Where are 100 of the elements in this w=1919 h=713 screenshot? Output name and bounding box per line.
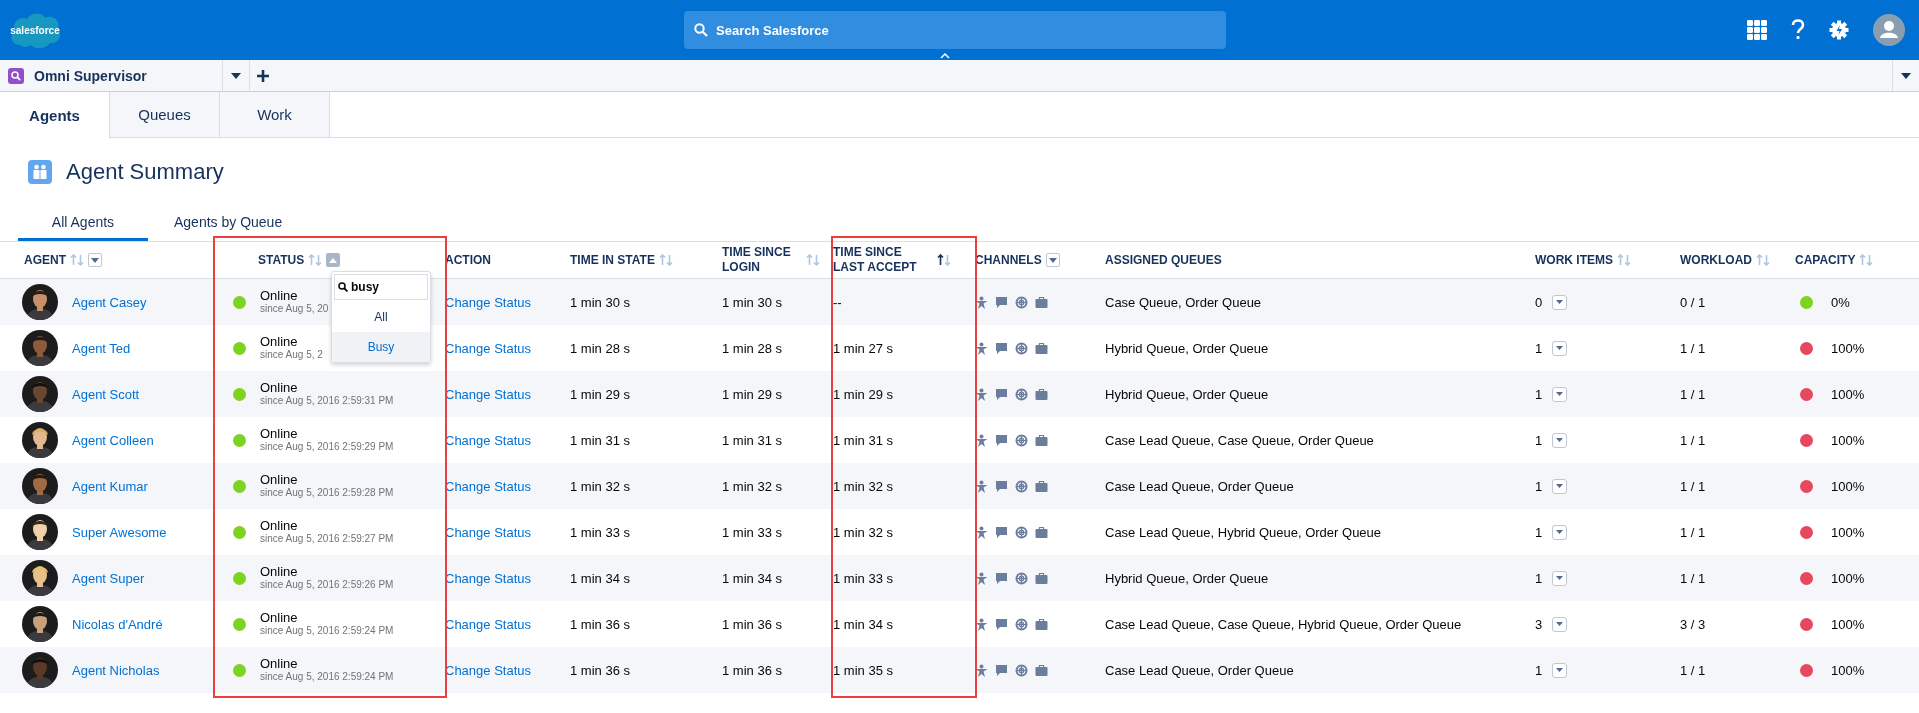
change-status-link[interactable]: Change Status	[445, 524, 531, 540]
agent-link[interactable]: Agent Kumar	[72, 478, 148, 494]
work-items-dropdown[interactable]	[1552, 570, 1568, 586]
status-since: since Aug 5, 2016 2:59:24 PM	[260, 670, 394, 683]
user-avatar-icon[interactable]	[1873, 14, 1905, 46]
lifebuoy-icon	[1015, 295, 1028, 309]
change-status-link[interactable]: Change Status	[445, 662, 531, 678]
sort-icon[interactable]	[937, 254, 951, 266]
change-status-link[interactable]: Change Status	[445, 478, 531, 494]
work-items-dropdown[interactable]	[1552, 294, 1568, 310]
table-cell: Case Lead Queue, Order Queue	[1105, 478, 1294, 494]
status-since: since Aug 5, 2016 2:59:28 PM	[260, 486, 394, 499]
work-items-dropdown[interactable]	[1552, 432, 1568, 448]
subtab[interactable]: All Agents	[18, 206, 148, 241]
status-text: Online	[260, 427, 299, 440]
agent-link[interactable]: Agent Colleen	[72, 432, 154, 448]
table-cell: 1	[1535, 524, 1543, 540]
person-icon	[975, 479, 988, 493]
table-cell: 0	[1535, 294, 1543, 310]
agent-link[interactable]: Agent Nicholas	[72, 662, 160, 678]
briefcase-icon	[1035, 387, 1048, 401]
caret-icon	[1556, 484, 1564, 488]
table-cell: 1 / 1	[1680, 340, 1706, 356]
collapse-handle-icon[interactable]	[940, 53, 950, 59]
person-icon	[975, 663, 988, 677]
table-cell: Case Lead Queue, Case Queue, Order Queue	[1105, 432, 1374, 448]
filter-search-field[interactable]: busy	[334, 274, 428, 300]
status-text: Online	[260, 519, 299, 532]
status-since: since Aug 5, 2016 2:59:27 PM	[260, 532, 394, 545]
caret-icon	[1556, 392, 1564, 396]
agent-link[interactable]: Agent Casey	[72, 294, 147, 310]
table-cell: 1 min 35 s	[833, 662, 893, 678]
status-dot	[233, 663, 246, 677]
table-cell: 1 min 28 s	[570, 340, 630, 356]
status-since: since Aug 5, 2016 2:59:29 PM	[260, 440, 394, 453]
table-cell: 1	[1535, 478, 1543, 494]
status-text: Online	[260, 611, 299, 624]
tab[interactable]: Work	[220, 92, 330, 137]
status-since: since Aug 5, 20	[260, 302, 329, 315]
table-cell: Case Lead Queue, Case Queue, Hybrid Queue, Order Queue	[1105, 616, 1462, 632]
avatar	[22, 284, 58, 320]
chat-icon	[995, 617, 1008, 631]
chat-icon	[995, 663, 1008, 677]
change-status-link[interactable]: Change Status	[445, 432, 531, 448]
agent-link[interactable]: Agent Scott	[72, 386, 140, 402]
lifebuoy-icon	[1015, 617, 1028, 631]
table-cell: 1	[1535, 386, 1543, 402]
table-cell: 100%	[1831, 524, 1865, 540]
agent-link[interactable]: Nicolas d'André	[72, 616, 163, 632]
lifebuoy-icon	[1015, 479, 1028, 493]
caret-icon	[91, 257, 99, 263]
table-cell: 1 / 1	[1680, 570, 1706, 586]
change-status-link[interactable]: Change Status	[445, 386, 531, 402]
app-launcher-icon[interactable]	[1747, 20, 1767, 40]
table-cell: 1 min 29 s	[570, 386, 630, 402]
work-items-dropdown[interactable]	[1552, 478, 1568, 494]
work-items-dropdown[interactable]	[1552, 524, 1568, 540]
change-status-link[interactable]: Change Status	[445, 294, 531, 310]
table-cell: 1 min 36 s	[722, 662, 782, 678]
filter-button[interactable]	[88, 253, 102, 267]
table-cell: 1 min 32 s	[833, 478, 893, 494]
search-icon	[694, 23, 708, 37]
help-icon[interactable]	[1791, 19, 1805, 41]
filter-button[interactable]	[1045, 253, 1060, 267]
subtab[interactable]: Agents by Queue	[148, 206, 309, 241]
person-icon	[975, 617, 988, 631]
agent-link[interactable]: Agent Super	[72, 570, 145, 586]
status-text: Online	[260, 381, 299, 394]
work-items-dropdown[interactable]	[1552, 340, 1568, 356]
caret-icon	[1556, 576, 1564, 580]
status-text: Online	[260, 657, 299, 670]
change-status-link[interactable]: Change Status	[445, 616, 531, 632]
change-status-link[interactable]: Change Status	[445, 340, 531, 356]
table-cell: 1	[1535, 662, 1543, 678]
chat-icon	[995, 525, 1008, 539]
status-dot	[233, 479, 246, 493]
briefcase-icon	[1035, 341, 1048, 355]
tab[interactable]: Queues	[110, 92, 220, 137]
table-cell: 1	[1535, 570, 1543, 586]
avatar	[22, 514, 58, 550]
filter-option[interactable]: Busy	[332, 332, 430, 362]
agent-link[interactable]: Agent Ted	[72, 340, 131, 356]
table-cell: 1 / 1	[1680, 524, 1706, 540]
column-header: CAPACITY	[1795, 252, 1856, 268]
chat-icon	[995, 479, 1008, 493]
work-items-dropdown[interactable]	[1552, 386, 1568, 402]
work-items-dropdown[interactable]	[1552, 662, 1568, 678]
avatar	[22, 422, 58, 458]
work-items-dropdown[interactable]	[1552, 616, 1568, 632]
change-status-link[interactable]: Change Status	[445, 570, 531, 586]
caret-icon	[1556, 668, 1564, 672]
table-cell: 1 min 29 s	[833, 386, 893, 402]
filter-option[interactable]: All	[332, 302, 430, 332]
tab[interactable]: Agents	[0, 92, 110, 138]
caret-icon	[1048, 257, 1057, 263]
search-field[interactable]: Search Salesforce	[684, 11, 1226, 49]
settings-icon[interactable]	[1829, 20, 1849, 40]
table-cell: 1 min 31 s	[570, 432, 630, 448]
agent-link[interactable]: Super Awesome	[72, 524, 167, 540]
table-cell: 1	[1535, 432, 1543, 448]
